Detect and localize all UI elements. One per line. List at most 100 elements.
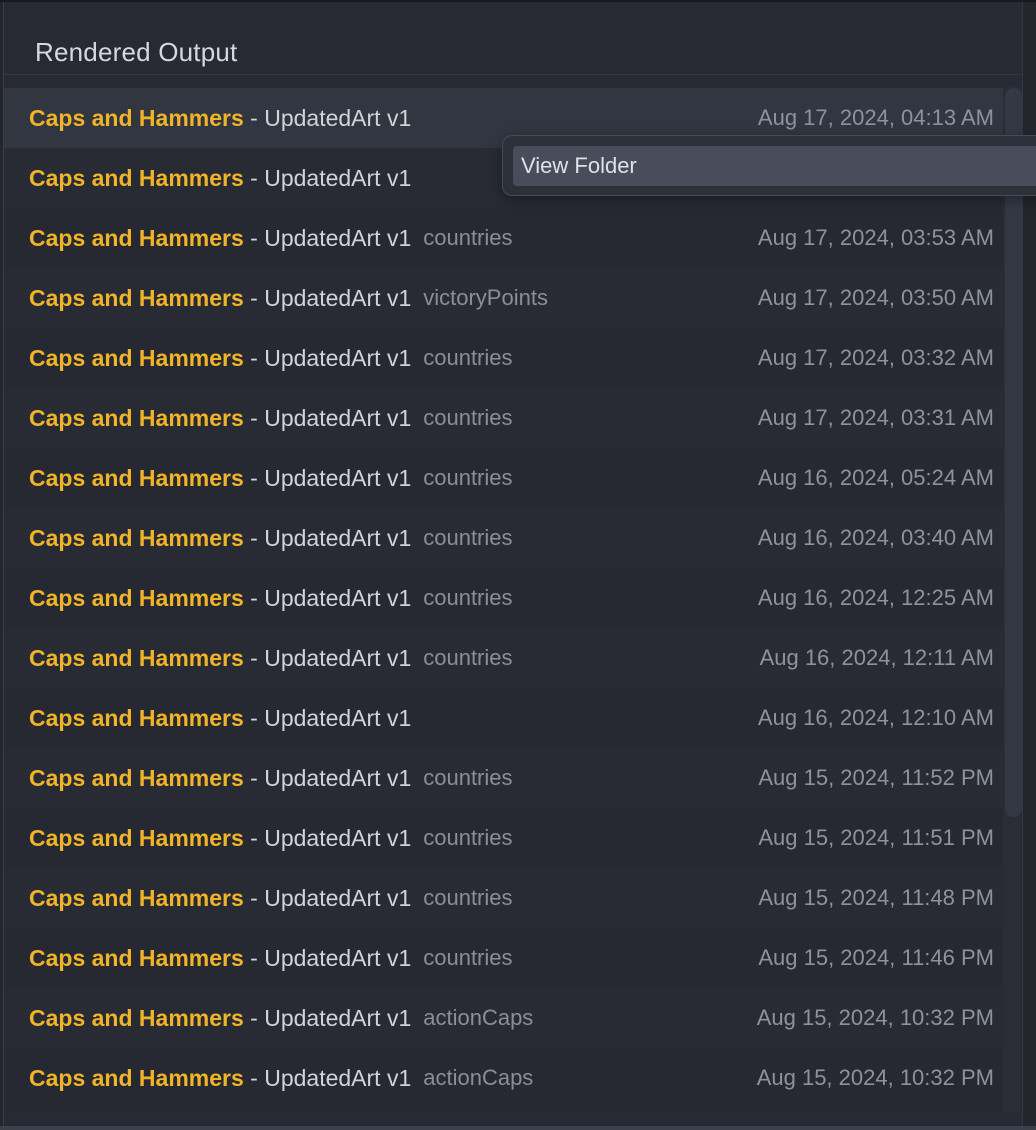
timestamp: Aug 17, 2024, 03:53 AM	[757, 225, 994, 250]
name-separator: -	[243, 104, 265, 131]
project-name: Caps and Hammers	[29, 344, 244, 371]
list-item[interactable]: Caps and Hammers - UpdatedArt v1 countrie…	[4, 748, 1006, 808]
project-name: Caps and Hammers	[29, 1004, 244, 1031]
project-name: Caps and Hammers	[29, 884, 244, 911]
list-item[interactable]: Caps and Hammers - UpdatedArt v1 countrie…	[4, 448, 1006, 508]
timestamp: Aug 15, 2024, 11:52 PM	[758, 765, 994, 790]
version-name: UpdatedArt v1	[264, 644, 412, 671]
name-separator: -	[243, 824, 265, 851]
name-separator: -	[243, 884, 265, 911]
timestamp: Aug 17, 2024, 03:31 AM	[757, 405, 994, 430]
project-name: Caps and Hammers	[29, 1064, 244, 1091]
timestamp: Aug 15, 2024, 11:46 PM	[758, 945, 994, 970]
name-separator: -	[243, 164, 265, 191]
output-tag: countries	[423, 945, 513, 970]
panel-title: Rendered Output	[35, 37, 238, 67]
version-name: UpdatedArt v1	[264, 404, 412, 431]
output-tag: countries	[423, 765, 513, 790]
panel-bottom-border	[0, 1126, 1036, 1130]
output-tag: victoryPoints	[423, 285, 548, 310]
project-name: Caps and Hammers	[29, 284, 244, 311]
project-name: Caps and Hammers	[29, 104, 244, 131]
project-name: Caps and Hammers	[29, 524, 244, 551]
name-separator: -	[243, 404, 265, 431]
list-item[interactable]: Caps and Hammers - UpdatedArt v1 countrie…	[4, 388, 1006, 448]
name-separator: -	[243, 224, 265, 251]
list-item[interactable]: Caps and Hammers - UpdatedArt v1 countrie…	[4, 568, 1006, 628]
context-menu-item-view-folder[interactable]: View Folder	[513, 146, 1036, 186]
context-menu-item-label: View Folder	[521, 153, 637, 178]
version-name: UpdatedArt v1	[264, 344, 412, 371]
version-name: UpdatedArt v1	[264, 104, 412, 131]
list-item[interactable]: Caps and Hammers - UpdatedArt v1 countrie…	[4, 208, 1006, 268]
name-separator: -	[243, 764, 265, 791]
timestamp: Aug 16, 2024, 05:24 AM	[757, 465, 994, 490]
list-item[interactable]: Caps and Hammers - UpdatedArt v1 countrie…	[4, 868, 1006, 928]
version-name: UpdatedArt v1	[264, 464, 412, 491]
version-name: UpdatedArt v1	[264, 704, 412, 731]
project-name: Caps and Hammers	[29, 164, 244, 191]
list-item[interactable]: Caps and Hammers - UpdatedArt v1 victoryP…	[4, 268, 1006, 328]
list-item[interactable]: Caps and Hammers - UpdatedArt v1 countrie…	[4, 328, 1006, 388]
render-list: Caps and Hammers - UpdatedArt v1 Aug 17, …	[4, 88, 1006, 1108]
version-name: UpdatedArt v1	[264, 1064, 412, 1091]
output-tag: countries	[423, 885, 513, 910]
scrollbar-thumb[interactable]	[1005, 88, 1022, 817]
list-item[interactable]: Caps and Hammers - UpdatedArt v1 actionCa…	[4, 988, 1006, 1048]
list-item[interactable]: Caps and Hammers - UpdatedArt v1 countrie…	[4, 928, 1006, 988]
timestamp: Aug 16, 2024, 03:40 AM	[757, 525, 994, 550]
output-tag: countries	[423, 465, 513, 490]
timestamp: Aug 17, 2024, 04:13 AM	[757, 105, 994, 130]
output-tag: countries	[423, 645, 513, 670]
panel-header: Rendered Output	[4, 2, 1022, 75]
name-separator: -	[243, 464, 265, 491]
name-separator: -	[243, 944, 265, 971]
timestamp: Aug 16, 2024, 12:25 AM	[757, 585, 994, 610]
timestamp: Aug 15, 2024, 11:48 PM	[758, 885, 994, 910]
project-name: Caps and Hammers	[29, 464, 244, 491]
output-tag: countries	[423, 825, 513, 850]
output-tag: actionCaps	[423, 1065, 534, 1090]
list-item[interactable]: Caps and Hammers - UpdatedArt v1 countrie…	[4, 508, 1006, 568]
version-name: UpdatedArt v1	[264, 944, 412, 971]
list-item[interactable]: Caps and Hammers - UpdatedArt v1 Aug 16, …	[4, 688, 1006, 748]
timestamp: Aug 16, 2024, 12:10 AM	[757, 705, 994, 730]
project-name: Caps and Hammers	[29, 944, 244, 971]
version-name: UpdatedArt v1	[264, 284, 412, 311]
name-separator: -	[243, 704, 265, 731]
version-name: UpdatedArt v1	[264, 764, 412, 791]
name-separator: -	[243, 284, 265, 311]
timestamp: Aug 15, 2024, 10:32 PM	[756, 1065, 994, 1090]
output-tag: countries	[423, 345, 513, 370]
name-separator: -	[243, 524, 265, 551]
version-name: UpdatedArt v1	[264, 224, 412, 251]
project-name: Caps and Hammers	[29, 404, 244, 431]
name-separator: -	[243, 584, 265, 611]
output-tag: countries	[423, 585, 513, 610]
timestamp: Aug 15, 2024, 11:51 PM	[758, 825, 994, 850]
list-item[interactable]: Caps and Hammers - UpdatedArt v1 countrie…	[4, 808, 1006, 868]
version-name: UpdatedArt v1	[264, 584, 412, 611]
timestamp: Aug 17, 2024, 03:32 AM	[757, 345, 994, 370]
version-name: UpdatedArt v1	[264, 884, 412, 911]
output-tag: countries	[423, 405, 513, 430]
name-separator: -	[243, 1004, 265, 1031]
project-name: Caps and Hammers	[29, 764, 244, 791]
version-name: UpdatedArt v1	[264, 1004, 412, 1031]
project-name: Caps and Hammers	[29, 224, 244, 251]
name-separator: -	[243, 644, 265, 671]
output-tag: countries	[423, 225, 513, 250]
project-name: Caps and Hammers	[29, 584, 244, 611]
version-name: UpdatedArt v1	[264, 824, 412, 851]
timestamp: Aug 15, 2024, 10:32 PM	[756, 1005, 994, 1030]
version-name: UpdatedArt v1	[264, 524, 412, 551]
output-tag: actionCaps	[423, 1005, 534, 1030]
list-item[interactable]: Caps and Hammers - UpdatedArt v1 actionCa…	[4, 1048, 1006, 1108]
name-separator: -	[243, 344, 265, 371]
project-name: Caps and Hammers	[29, 704, 244, 731]
project-name: Caps and Hammers	[29, 824, 244, 851]
timestamp: Aug 17, 2024, 03:50 AM	[757, 285, 994, 310]
list-item[interactable]: Caps and Hammers - UpdatedArt v1 countrie…	[4, 628, 1006, 688]
project-name: Caps and Hammers	[29, 644, 244, 671]
context-menu: View Folder	[502, 135, 1036, 196]
